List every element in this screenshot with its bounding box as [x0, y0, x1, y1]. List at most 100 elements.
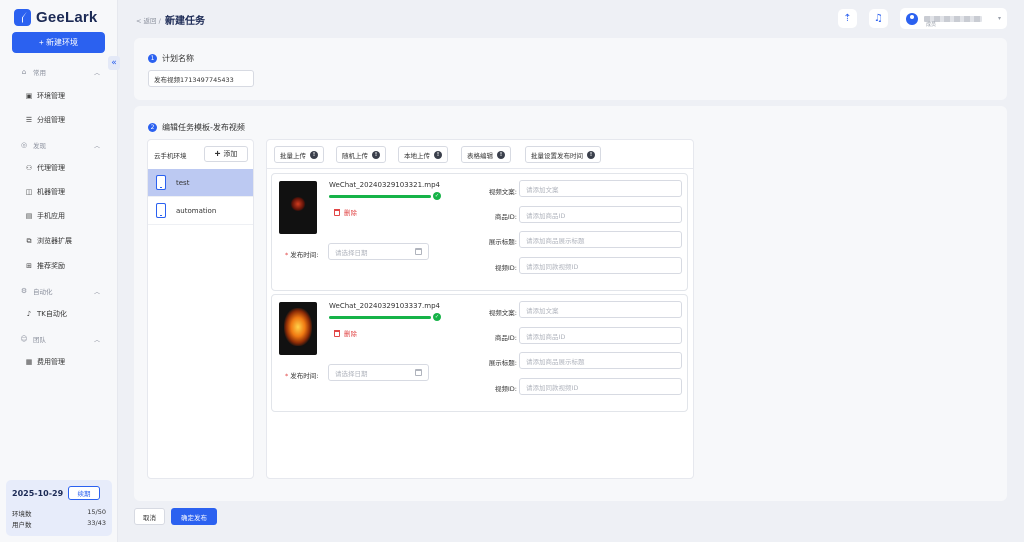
info-icon: !	[587, 150, 595, 159]
product-id-input[interactable]: 请添加商品ID	[519, 206, 682, 223]
sidebar-item-proxy[interactable]: ⚇ 代理管理	[0, 160, 118, 176]
sidebar-item-label: 手机应用	[37, 212, 65, 220]
sidebar-item-phone-apps[interactable]: ▤ 手机应用	[0, 208, 118, 224]
collapse-sidebar-button[interactable]: «	[108, 56, 120, 70]
tiktok-icon: ♪	[26, 310, 32, 318]
sidebar-item-label: 代理管理	[37, 164, 65, 172]
user-count-row: 用户数 33/43	[12, 519, 106, 529]
nav-group-automation[interactable]: ⚙ 自动化 ︿	[0, 283, 118, 299]
toolbar-label: 随机上传	[342, 151, 368, 160]
batch-set-time-button[interactable]: 批量设置发布时间!	[525, 146, 601, 163]
phone-icon	[156, 203, 166, 218]
batch-upload-button[interactable]: 批量上传!	[274, 146, 324, 163]
sidebar-item-tk-automation[interactable]: ♪ TK自动化	[0, 306, 118, 322]
chevron-up-icon: ︿	[93, 336, 100, 344]
calendar-icon	[415, 248, 422, 255]
upload-progress	[329, 195, 431, 198]
display-title-label: 展示标题:	[488, 359, 517, 367]
toolbar-divider	[267, 168, 693, 169]
confirm-publish-button[interactable]: 确定发布	[171, 508, 217, 525]
app-logo[interactable]: GeeLark	[14, 8, 97, 26]
add-env-button[interactable]: + 添加	[204, 146, 248, 162]
progress-fill	[329, 195, 431, 198]
caption-input[interactable]: 请添加文案	[519, 301, 682, 318]
publish-date-picker[interactable]: 请选择日期	[328, 364, 429, 381]
compass-icon: ◎	[20, 141, 28, 149]
nav-group-team[interactable]: ☺ 团队 ︿	[0, 331, 118, 347]
list-icon: ☰	[25, 116, 33, 124]
video-file-name: WeChat_20240329103337.mp4	[329, 302, 440, 310]
sidebar-item-group-management[interactable]: ☰ 分组管理	[0, 112, 118, 128]
add-label: 添加	[223, 151, 238, 158]
arrow-up-icon: ⇡	[843, 13, 852, 24]
chevron-up-icon: ︿	[93, 69, 100, 77]
user-count-value: 33/43	[87, 519, 106, 527]
video-id-input[interactable]: 请添加同款视频ID	[519, 257, 682, 274]
geelark-logo-icon	[14, 8, 31, 26]
user-count-label: 用户数	[12, 521, 32, 529]
delete-video-button[interactable]: 删除	[334, 207, 357, 217]
apps-icon: ▤	[25, 212, 33, 220]
display-title-input[interactable]: 请添加商品展示标题	[519, 352, 682, 369]
chevron-up-icon: ︿	[93, 142, 100, 150]
env-item-automation[interactable]: automation	[148, 197, 253, 225]
info-icon: !	[434, 150, 442, 159]
publish-date-picker[interactable]: 请选择日期	[328, 243, 429, 260]
env-icon: ▣	[25, 92, 33, 100]
video-thumbnail[interactable]	[279, 302, 317, 355]
display-title-input[interactable]: 请添加商品展示标题	[519, 231, 682, 248]
local-upload-button[interactable]: 本地上传!	[398, 146, 448, 163]
delete-label: 删除	[344, 330, 357, 338]
video-card: WeChat_20240329103337.mp4 ✓ 删除 * 发布时间: 请选…	[271, 294, 688, 412]
phone-icon	[156, 175, 166, 190]
env-label: test	[176, 178, 190, 187]
env-count-label: 环境数	[12, 510, 32, 518]
plan-name-input[interactable]: 发布视频1713497745433	[148, 70, 254, 87]
cancel-button[interactable]: 取消	[134, 508, 165, 525]
sidebar-item-billing[interactable]: ▦ 费用管理	[0, 354, 118, 370]
toolbar-label: 表格编辑	[467, 151, 493, 160]
env-item-test[interactable]: test	[148, 169, 253, 197]
user-menu[interactable]: 成员 ▾	[900, 8, 1007, 29]
automation-icon: ⚙	[20, 287, 28, 295]
nav-group-common[interactable]: ⌂ 常用 ︿	[0, 64, 118, 80]
back-link[interactable]: < 返回 /	[136, 15, 161, 25]
env-label: automation	[176, 206, 217, 215]
product-id-label: 商品ID:	[494, 334, 517, 342]
step-number: 1	[148, 54, 157, 63]
toolbar-label: 批量上传	[280, 151, 306, 160]
delete-video-button[interactable]: 删除	[334, 328, 357, 338]
upload-progress	[329, 316, 431, 319]
info-icon: !	[310, 150, 318, 159]
product-id-input[interactable]: 请添加商品ID	[519, 327, 682, 344]
nav-group-label: 自动化	[33, 288, 53, 296]
sidebar: GeeLark + 新建环境 ⌂ 常用 ︿ ▣ 环境管理 ☰ 分组管理 ◎ 发现…	[0, 0, 118, 542]
table-edit-button[interactable]: 表格编辑!	[461, 146, 511, 163]
billing-icon: ▦	[25, 358, 33, 366]
display-title-label: 展示标题:	[488, 238, 517, 246]
toolbar-label: 本地上传	[404, 151, 430, 160]
info-icon: !	[497, 150, 505, 159]
renew-button[interactable]: 续期	[68, 486, 100, 500]
new-environment-button[interactable]: + 新建环境	[12, 32, 105, 53]
nav-group-label: 常用	[33, 69, 46, 77]
video-thumbnail[interactable]	[279, 181, 317, 234]
sidebar-item-label: 机器管理	[37, 188, 65, 196]
sidebar-item-referral[interactable]: ⊞ 推荐奖励	[0, 258, 118, 274]
puzzle-icon: ⧉	[26, 236, 32, 245]
user-role: 成员	[926, 22, 937, 28]
plus-icon: +	[214, 148, 221, 160]
video-id-input[interactable]: 请添加同款视频ID	[519, 378, 682, 395]
caption-input[interactable]: 请添加文案	[519, 180, 682, 197]
sidebar-item-label: 分组管理	[37, 116, 65, 124]
date-placeholder: 请选择日期	[335, 369, 368, 378]
nav-group-discover[interactable]: ◎ 发现 ︿	[0, 137, 118, 153]
upload-button[interactable]: ⇡	[838, 9, 857, 28]
sidebar-item-env-management[interactable]: ▣ 环境管理	[0, 88, 118, 104]
notifications-button[interactable]: ♫	[869, 9, 888, 28]
sidebar-item-extensions[interactable]: ⧉ 浏览器扩展	[0, 233, 118, 249]
sidebar-item-machine[interactable]: ◫ 机器管理	[0, 184, 118, 200]
info-icon: !	[372, 150, 380, 159]
random-upload-button[interactable]: 随机上传!	[336, 146, 386, 163]
account-card: 2025-10-29 续期 环境数 15/50 用户数 33/43	[6, 480, 112, 536]
